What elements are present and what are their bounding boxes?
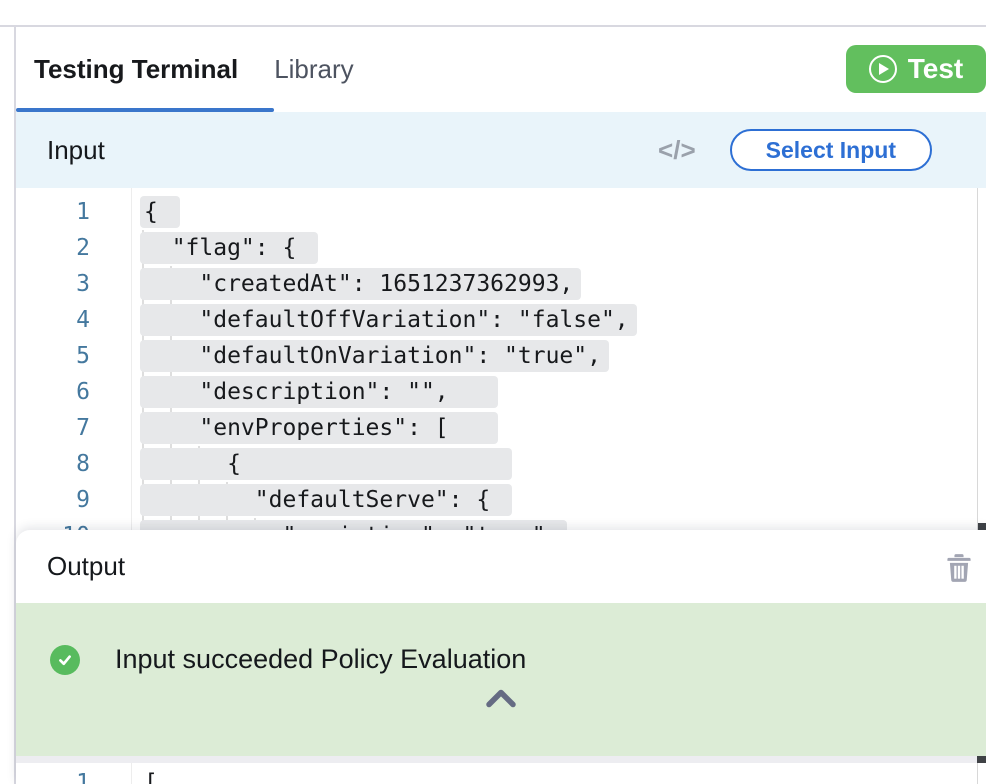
code-line[interactable]: 4 "defaultOffVariation": "false",	[16, 302, 986, 338]
code-line[interactable]: 6 "description": "",	[16, 374, 986, 410]
line-number: 6	[16, 374, 90, 410]
input-actions: </> Select Input	[658, 129, 986, 171]
output-panel: Output	[16, 530, 986, 784]
code-line[interactable]: 5 "defaultOnVariation": "true",	[16, 338, 986, 374]
line-number: 1	[16, 194, 90, 230]
code-text: "createdAt": 1651237362993,	[140, 268, 581, 300]
code-line[interactable]: 1 {	[16, 194, 986, 230]
code-line[interactable]: 7 "envProperties": [	[16, 410, 986, 446]
input-code-lines: 1 { 2 "flag": { 3 "createdAt": 165123736…	[16, 188, 986, 554]
line-number: 7	[16, 410, 90, 446]
testing-terminal-panel: Testing Terminal Library Test Input </> …	[16, 27, 986, 784]
code-text: [	[144, 770, 158, 784]
success-banner: Input succeeded Policy Evaluation	[16, 603, 986, 756]
code-text: "defaultOnVariation": "true",	[140, 340, 609, 372]
check-circle-icon	[50, 645, 80, 675]
code-line[interactable]: 3 "createdAt": 1651237362993,	[16, 266, 986, 302]
tab-bar: Testing Terminal Library Test	[16, 27, 986, 112]
code-text: "envProperties": [	[140, 412, 498, 444]
tab-library[interactable]: Library	[256, 54, 371, 85]
code-text: "description": "",	[140, 376, 498, 408]
output-code-editor[interactable]: 1 [	[16, 763, 986, 784]
line-number: 2	[16, 230, 90, 266]
clear-output-button[interactable]	[944, 551, 974, 583]
code-line[interactable]: 8 {	[16, 446, 986, 482]
code-text: {	[140, 448, 512, 480]
output-panel-header: Output	[16, 530, 986, 603]
code-line[interactable]: 2 "flag": {	[16, 230, 986, 266]
input-panel-title: Input	[47, 135, 105, 166]
chevron-up-icon	[484, 687, 518, 709]
line-number: 9	[16, 482, 90, 518]
test-button-label: Test	[908, 53, 964, 85]
line-number: 5	[16, 338, 90, 374]
output-code-lines: 1 [	[16, 763, 986, 784]
select-input-button[interactable]: Select Input	[730, 129, 932, 171]
code-text: "flag": {	[140, 232, 318, 264]
code-text: "defaultServe": {	[140, 484, 512, 516]
success-row: Input succeeded Policy Evaluation	[50, 644, 526, 675]
play-circle-icon	[869, 55, 897, 83]
test-button[interactable]: Test	[846, 45, 986, 93]
output-scrollbar-track[interactable]	[16, 756, 986, 763]
line-number: 8	[16, 446, 90, 482]
code-line[interactable]: 9 "defaultServe": {	[16, 482, 986, 518]
success-message: Input succeeded Policy Evaluation	[115, 644, 526, 675]
line-number: 4	[16, 302, 90, 338]
output-panel-title: Output	[47, 551, 125, 582]
code-text: "defaultOffVariation": "false",	[140, 304, 637, 336]
code-icon[interactable]: </>	[658, 135, 696, 166]
line-number: 1	[16, 765, 90, 784]
collapse-output-button[interactable]	[484, 687, 518, 709]
line-number: 3	[16, 266, 90, 302]
code-text: {	[140, 196, 180, 228]
tab-testing-terminal[interactable]: Testing Terminal	[16, 54, 256, 85]
trash-icon	[944, 551, 974, 583]
output-scrollbar-thumb[interactable]	[977, 756, 986, 763]
input-panel-header: Input </> Select Input	[16, 112, 986, 188]
code-line[interactable]: 1 [	[16, 765, 986, 784]
